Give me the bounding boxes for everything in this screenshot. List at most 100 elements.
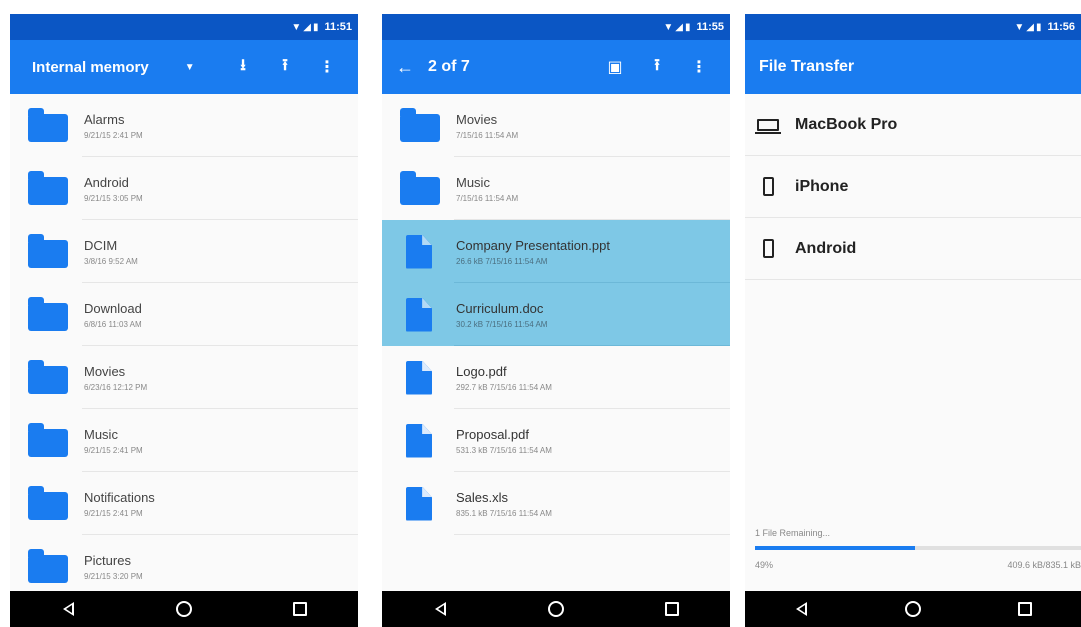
item-name: DCIM xyxy=(84,237,118,253)
file-row[interactable]: Sales.xls 835.1 kB 7/15/16 11:54 AM xyxy=(382,472,730,535)
device-row[interactable]: iPhone xyxy=(745,156,1081,218)
back-nav-icon[interactable] xyxy=(788,599,814,619)
folder-row[interactable]: Music 9/21/15 2:41 PM xyxy=(10,409,358,472)
item-meta: 9/21/15 2:41 PM xyxy=(84,508,143,518)
folder-list: Alarms 9/21/15 2:41 PM Android 9/21/15 3:05… xyxy=(10,94,358,598)
folder-row[interactable]: Movies 6/23/16 12:12 PM xyxy=(10,346,358,409)
folder-icon xyxy=(28,233,68,270)
upload-icon[interactable]: ⭱ xyxy=(272,54,298,81)
status-time: 11:55 xyxy=(696,21,724,33)
folder-row[interactable]: Pictures 9/21/15 3:20 PM xyxy=(10,535,358,598)
recents-nav-icon[interactable] xyxy=(659,599,685,619)
selection-count: 2 of 7 xyxy=(428,58,470,75)
device-row[interactable]: MacBook Pro xyxy=(745,94,1081,156)
select-all-icon[interactable]: ▣ xyxy=(602,57,628,77)
progress-percent: 49% xyxy=(755,560,774,570)
folder-icon xyxy=(28,485,68,522)
folder-row[interactable]: Android 9/21/15 3:05 PM xyxy=(10,157,358,220)
item-name: Android xyxy=(84,174,129,190)
phone-icon xyxy=(753,177,783,196)
signal-battery-icons: ▼◢▮ xyxy=(291,21,321,33)
home-nav-icon[interactable] xyxy=(171,599,197,619)
app-bar: ← 2 of 7 ▣ ⭱ ⋮ xyxy=(382,40,730,94)
transfer-progress: 1 File Remaining... 49% 409.6 kB/835.1 k… xyxy=(755,528,1081,570)
file-icon xyxy=(400,360,440,396)
folder-row[interactable]: Alarms 9/21/15 2:41 PM xyxy=(10,94,358,157)
progress-bar xyxy=(755,546,1081,550)
home-nav-icon[interactable] xyxy=(900,599,926,619)
back-arrow-icon[interactable]: ← xyxy=(396,57,414,78)
back-nav-icon[interactable] xyxy=(427,599,453,619)
download-icon[interactable]: ⭳ xyxy=(230,54,256,81)
status-time: 11:56 xyxy=(1047,21,1075,33)
signal-battery-icons: ▼◢▮ xyxy=(663,21,693,33)
device-list: MacBook Pro iPhone Android xyxy=(745,94,1081,280)
remaining-text: 1 File Remaining... xyxy=(755,528,831,538)
item-meta: 835.1 kB 7/15/16 11:54 AM xyxy=(456,508,552,518)
folder-icon xyxy=(28,422,68,459)
item-name: Notifications xyxy=(84,489,155,505)
item-meta: 292.7 kB 7/15/16 11:54 AM xyxy=(456,382,552,392)
signal-battery-icons: ▼◢▮ xyxy=(1014,21,1044,33)
folder-icon xyxy=(400,170,440,207)
screen-file-transfer: ▼◢▮ 11:56 File Transfer MacBook Pro iPhon… xyxy=(745,14,1081,627)
more-vert-icon[interactable]: ⋮ xyxy=(314,57,340,77)
file-list: Movies 7/15/16 11:54 AM Music 7/15/16 11:54… xyxy=(382,94,730,535)
screen-selection: ▼◢▮ 11:55 ← 2 of 7 ▣ ⭱ ⋮ Movies 7/15/16 1… xyxy=(382,14,730,627)
back-nav-icon[interactable] xyxy=(55,599,81,619)
file-row[interactable]: Proposal.pdf 531.3 kB 7/15/16 11:54 AM xyxy=(382,409,730,472)
file-icon xyxy=(400,234,440,270)
phone-icon xyxy=(753,239,783,258)
item-meta: 3/8/16 9:52 AM xyxy=(84,256,138,266)
laptop-icon xyxy=(753,118,783,134)
folder-row[interactable]: DCIM 3/8/16 9:52 AM xyxy=(10,220,358,283)
item-name: Proposal.pdf xyxy=(456,426,529,442)
storage-title[interactable]: Internal memory xyxy=(32,59,149,76)
screen-internal-memory: ▼◢▮ 11:51 Internal memory ▼ ⭳ ⭱ ⋮ Alarms… xyxy=(10,14,358,627)
nav-bar xyxy=(10,591,358,627)
status-bar: ▼◢▮ 11:56 xyxy=(745,14,1081,40)
file-row[interactable]: Company Presentation.ppt 26.6 kB 7/15/16 … xyxy=(382,220,730,283)
item-name: Music xyxy=(84,426,118,442)
status-bar: ▼◢▮ 11:55 xyxy=(382,14,730,40)
item-meta: 7/15/16 11:54 AM xyxy=(456,193,519,203)
item-meta: 6/23/16 12:12 PM xyxy=(84,382,148,392)
folder-row[interactable]: Music 7/15/16 11:54 AM xyxy=(382,157,730,220)
folder-icon xyxy=(28,170,68,207)
home-nav-icon[interactable] xyxy=(543,599,569,619)
status-time: 11:51 xyxy=(324,21,352,33)
item-meta: 9/21/15 3:05 PM xyxy=(84,193,143,203)
progress-size: 409.6 kB/835.1 kB xyxy=(1007,560,1081,570)
upload-icon[interactable]: ⭱ xyxy=(644,54,670,81)
folder-row[interactable]: Movies 7/15/16 11:54 AM xyxy=(382,94,730,157)
more-vert-icon[interactable]: ⋮ xyxy=(686,57,712,77)
folder-icon xyxy=(400,107,440,144)
folder-row[interactable]: Notifications 9/21/15 2:41 PM xyxy=(10,472,358,535)
item-name: Movies xyxy=(84,363,126,379)
file-row[interactable]: Curriculum.doc 30.2 kB 7/15/16 11:54 AM xyxy=(382,283,730,346)
device-name: MacBook Pro xyxy=(795,115,898,133)
folder-icon xyxy=(28,107,68,144)
progress-fill xyxy=(755,546,915,550)
item-name: Company Presentation.ppt xyxy=(456,237,610,253)
app-bar: File Transfer xyxy=(745,40,1081,94)
item-meta: 531.3 kB 7/15/16 11:54 AM xyxy=(456,445,552,455)
app-bar: Internal memory ▼ ⭳ ⭱ ⋮ xyxy=(10,40,358,94)
nav-bar xyxy=(745,591,1081,627)
folder-icon xyxy=(28,548,68,585)
item-name: Curriculum.doc xyxy=(456,300,544,316)
item-name: Music xyxy=(456,174,490,190)
dropdown-caret-icon[interactable]: ▼ xyxy=(185,62,195,73)
device-row[interactable]: Android xyxy=(745,218,1081,280)
item-name: Pictures xyxy=(84,552,131,568)
recents-nav-icon[interactable] xyxy=(1012,599,1038,619)
recents-nav-icon[interactable] xyxy=(287,599,313,619)
file-row[interactable]: Logo.pdf 292.7 kB 7/15/16 11:54 AM xyxy=(382,346,730,409)
folder-row[interactable]: Download 6/8/16 11:03 AM xyxy=(10,283,358,346)
device-name: Android xyxy=(795,239,857,257)
folder-icon xyxy=(28,296,68,333)
item-meta: 26.6 kB 7/15/16 11:54 AM xyxy=(456,256,548,266)
item-meta: 30.2 kB 7/15/16 11:54 AM xyxy=(456,319,548,329)
file-icon xyxy=(400,423,440,459)
item-name: Alarms xyxy=(84,111,125,127)
